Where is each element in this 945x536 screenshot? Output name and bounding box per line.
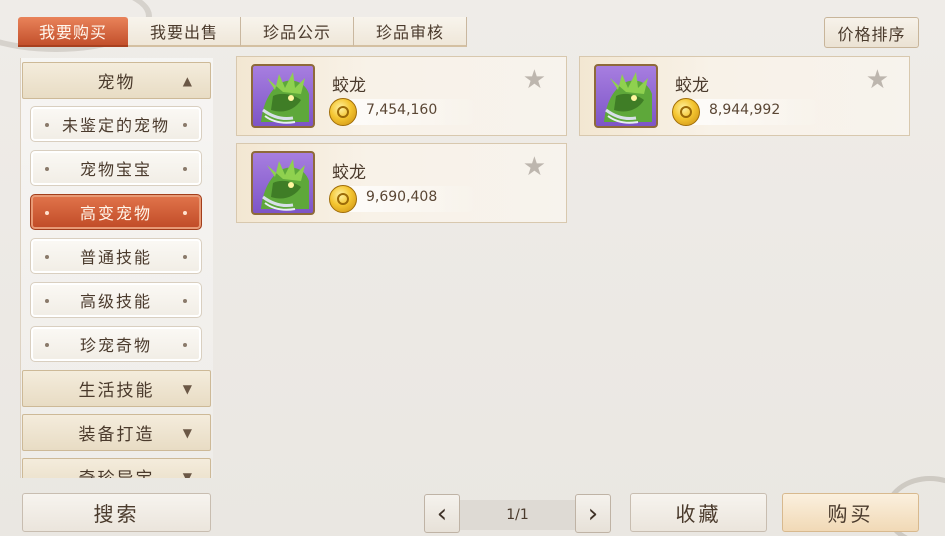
dot-icon (45, 343, 49, 347)
dot-icon (183, 211, 187, 215)
category-rare-treasures[interactable]: 奇珍异宝 ▼ (22, 458, 211, 478)
dot-icon (45, 255, 49, 259)
subitem-label: 宠物宝宝 (79, 160, 152, 179)
category-life-skills[interactable]: 生活技能 ▼ (22, 370, 211, 407)
subitem-mutant-pet[interactable]: 高变宠物 (30, 194, 202, 230)
subitem-label: 高级技能 (79, 292, 152, 311)
expand-arrow-icon: ▼ (182, 469, 194, 479)
star-icon[interactable]: ★ (523, 154, 546, 180)
listing-card[interactable]: 蛟龙 ★ 9,690,408 (236, 143, 567, 223)
dot-icon (183, 299, 187, 303)
category-sidebar[interactable]: 宠物 ▲ 未鉴定的宠物 宠物宝宝 高变宠物 普通技能 高级技能 珍宠奇物 生活技… (20, 58, 213, 478)
prev-page-button[interactable]: ‹ (424, 494, 460, 533)
search-button[interactable]: 搜索 (22, 493, 211, 532)
expand-arrow-icon: ▼ (182, 381, 194, 396)
category-label: 奇珍异宝 (79, 464, 155, 478)
tab-sell[interactable]: 我要出售 (128, 17, 241, 47)
chevron-left-icon: ‹ (436, 498, 448, 529)
gold-coin-icon (329, 185, 357, 213)
dragon-pet-icon (594, 64, 658, 128)
price-value: 8,944,992 (709, 102, 781, 118)
dot-icon (183, 255, 187, 259)
dot-icon (45, 299, 49, 303)
price-value: 9,690,408 (366, 189, 438, 205)
pet-name: 蛟龙 (332, 163, 366, 183)
dot-icon (45, 167, 49, 171)
subitem-advanced-skill[interactable]: 高级技能 (30, 282, 202, 318)
price-sort-button[interactable]: 价格排序 (824, 17, 919, 48)
price-value: 7,454,160 (366, 102, 438, 118)
next-page-button[interactable]: › (575, 494, 611, 533)
gold-coin-icon (329, 98, 357, 126)
pet-name: 蛟龙 (332, 76, 366, 96)
category-equipment-crafting[interactable]: 装备打造 ▼ (22, 414, 211, 451)
pet-name: 蛟龙 (675, 76, 709, 96)
buy-button[interactable]: 购买 (782, 493, 919, 532)
listing-card[interactable]: 蛟龙 ★ 8,944,992 (579, 56, 910, 136)
tab-buy[interactable]: 我要购买 (18, 17, 128, 47)
category-label: 生活技能 (78, 381, 155, 401)
star-icon[interactable]: ★ (523, 67, 546, 93)
gold-coin-icon (672, 98, 700, 126)
tab-treasure-review[interactable]: 珍品审核 (354, 17, 467, 47)
page-indicator: 1/1 (460, 500, 575, 530)
collapse-arrow-icon: ▲ (182, 73, 194, 88)
subitem-label: 珍宠奇物 (79, 336, 152, 355)
subitem-unidentified-pet[interactable]: 未鉴定的宠物 (30, 106, 202, 142)
dot-icon (45, 211, 49, 215)
category-label: 装备打造 (78, 425, 155, 445)
chevron-right-icon: › (587, 498, 599, 529)
tab-treasure-showcase[interactable]: 珍品公示 (241, 17, 354, 47)
category-label: 宠物 (97, 73, 136, 93)
subitem-rare-pet-items[interactable]: 珍宠奇物 (30, 326, 202, 362)
subitem-label: 未鉴定的宠物 (61, 116, 170, 135)
listing-card[interactable]: 蛟龙 ★ 7,454,160 (236, 56, 567, 136)
dot-icon (183, 123, 187, 127)
dot-icon (45, 123, 49, 127)
favorites-button[interactable]: 收藏 (630, 493, 767, 532)
dot-icon (183, 167, 187, 171)
dragon-pet-icon (251, 151, 315, 215)
subitem-label: 普通技能 (79, 248, 152, 267)
subitem-normal-skill[interactable]: 普通技能 (30, 238, 202, 274)
dragon-pet-icon (251, 64, 315, 128)
tab-bar: 我要购买 我要出售 珍品公示 珍品审核 (18, 17, 467, 49)
category-pets[interactable]: 宠物 ▲ (22, 62, 211, 99)
subitem-pet-baby[interactable]: 宠物宝宝 (30, 150, 202, 186)
expand-arrow-icon: ▼ (182, 425, 194, 440)
dot-icon (183, 343, 187, 347)
star-icon[interactable]: ★ (866, 67, 889, 93)
subitem-label: 高变宠物 (79, 204, 152, 223)
